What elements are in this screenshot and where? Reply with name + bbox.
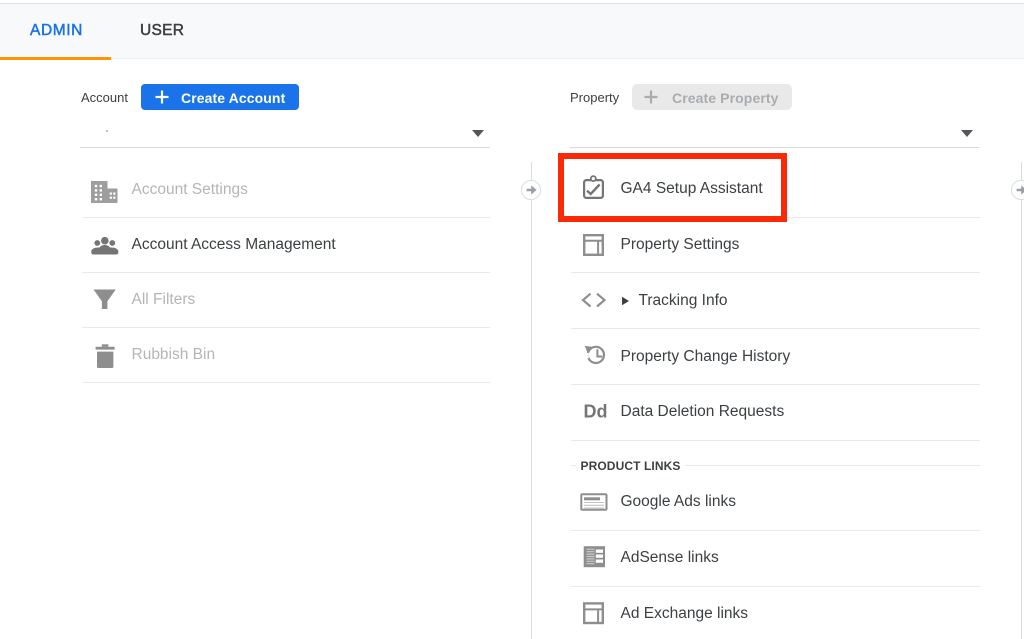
svg-text:Dd: Dd [584, 402, 608, 422]
